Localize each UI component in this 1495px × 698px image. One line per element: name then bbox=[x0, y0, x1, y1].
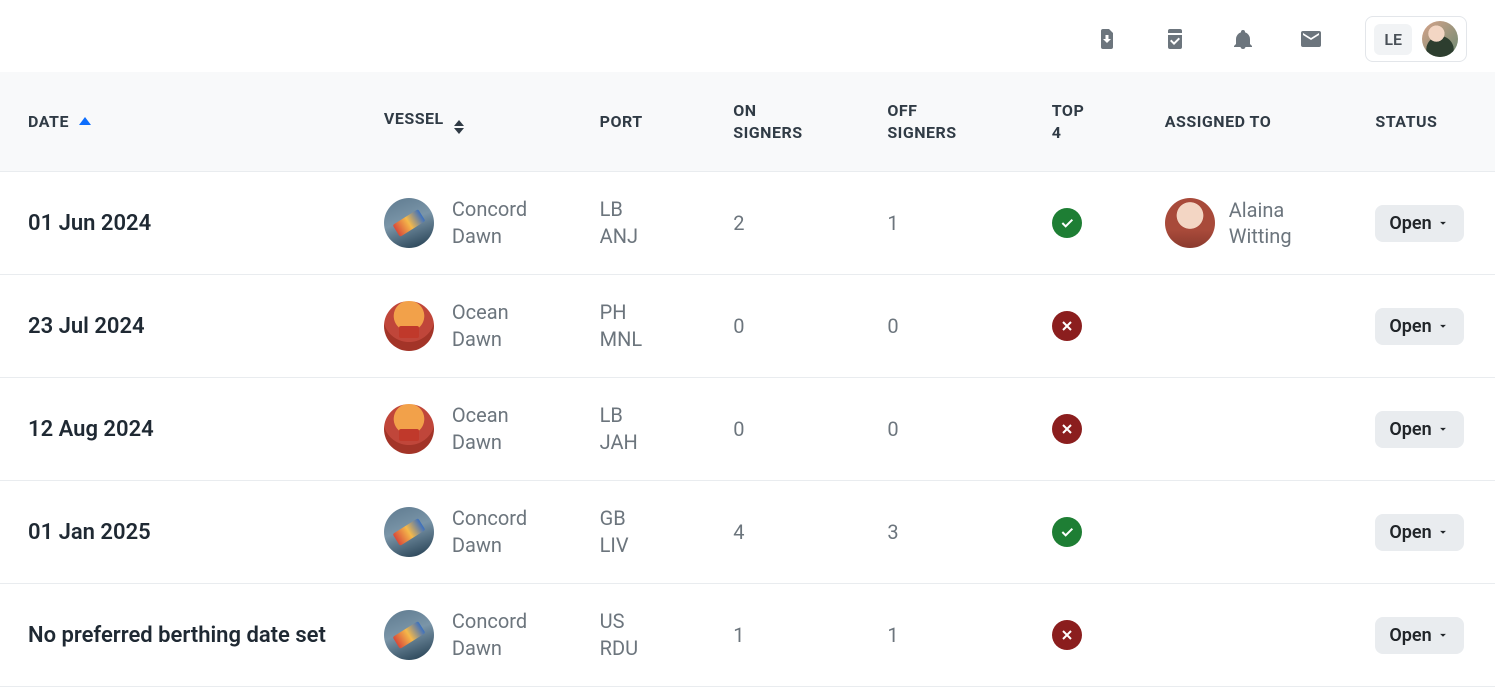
chevron-down-icon bbox=[1436, 422, 1450, 436]
status-label: Open bbox=[1389, 316, 1431, 337]
col-header-port[interactable]: PORT bbox=[586, 72, 720, 172]
status-dropdown[interactable]: Open bbox=[1375, 308, 1463, 345]
chevron-down-icon bbox=[1436, 216, 1450, 230]
port-cell: LBANJ bbox=[600, 196, 706, 250]
off-signers-cell: 3 bbox=[873, 481, 1037, 584]
assignee-avatar bbox=[1165, 198, 1215, 248]
status-label: Open bbox=[1389, 625, 1431, 646]
vessel-name: ConcordDawn bbox=[452, 505, 527, 559]
col-header-date[interactable]: DATE bbox=[0, 72, 370, 172]
status-label: Open bbox=[1389, 419, 1431, 440]
port-cell: PHMNL bbox=[600, 299, 706, 353]
chevron-down-icon bbox=[1436, 525, 1450, 539]
status-label: Open bbox=[1389, 522, 1431, 543]
bell-icon[interactable] bbox=[1229, 25, 1257, 53]
off-signers-cell: 1 bbox=[873, 584, 1037, 687]
date-cell: 23 Jul 2024 bbox=[28, 314, 145, 339]
vessel-avatar bbox=[384, 301, 434, 351]
date-cell: 01 Jan 2025 bbox=[28, 520, 151, 545]
check-circle-icon bbox=[1052, 517, 1082, 547]
table-row[interactable]: 01 Jan 2025 ConcordDawn GBLIV43 Open bbox=[0, 481, 1495, 584]
on-signers-cell: 0 bbox=[719, 378, 873, 481]
col-header-date-label: DATE bbox=[28, 112, 69, 131]
status-dropdown[interactable]: Open bbox=[1375, 514, 1463, 551]
vessel-name: ConcordDawn bbox=[452, 608, 527, 662]
date-cell: No preferred berthing date set bbox=[28, 623, 326, 648]
status-label: Open bbox=[1389, 213, 1431, 234]
col-header-top4-l1: TOP bbox=[1052, 101, 1085, 120]
vessel-cell: OceanDawn bbox=[384, 299, 572, 353]
col-header-off-l1: OFF bbox=[887, 101, 917, 120]
chevron-down-icon bbox=[1436, 628, 1450, 642]
port-cell: LBJAH bbox=[600, 402, 706, 456]
col-header-off-l2: SIGNERS bbox=[887, 123, 956, 142]
off-signers-cell: 0 bbox=[873, 378, 1037, 481]
col-header-on-l1: ON bbox=[733, 101, 756, 120]
vessel-name: OceanDawn bbox=[452, 402, 509, 456]
col-header-status-label: STATUS bbox=[1375, 112, 1437, 131]
vessel-avatar bbox=[384, 404, 434, 454]
col-header-on-signers[interactable]: ON SIGNERS bbox=[719, 72, 873, 172]
on-signers-cell: 4 bbox=[719, 481, 873, 584]
table-row[interactable]: 01 Jun 2024 ConcordDawn LBANJ21 AlainaWitti… bbox=[0, 172, 1495, 275]
assignee-cell: AlainaWitting bbox=[1165, 197, 1348, 249]
status-dropdown[interactable]: Open bbox=[1375, 617, 1463, 654]
sort-asc-icon bbox=[79, 117, 91, 125]
vessel-avatar bbox=[384, 507, 434, 557]
off-signers-cell: 0 bbox=[873, 275, 1037, 378]
on-signers-cell: 2 bbox=[719, 172, 873, 275]
vessel-cell: ConcordDawn bbox=[384, 505, 572, 559]
col-header-off-signers[interactable]: OFF SIGNERS bbox=[873, 72, 1037, 172]
assignee-name: AlainaWitting bbox=[1229, 197, 1292, 249]
col-header-status[interactable]: STATUS bbox=[1361, 72, 1495, 172]
table-row[interactable]: 12 Aug 2024OceanDawnLBJAH00Open bbox=[0, 378, 1495, 481]
date-cell: 12 Aug 2024 bbox=[28, 417, 154, 442]
topbar: LE bbox=[0, 0, 1495, 72]
date-cell: 01 Jun 2024 bbox=[28, 211, 151, 236]
col-header-vessel[interactable]: VESSEL bbox=[370, 72, 586, 172]
col-header-top4[interactable]: TOP 4 bbox=[1038, 72, 1151, 172]
off-signers-cell: 1 bbox=[873, 172, 1037, 275]
x-circle-icon bbox=[1052, 311, 1082, 341]
check-circle-icon bbox=[1052, 208, 1082, 238]
vessel-name: ConcordDawn bbox=[452, 196, 527, 250]
on-signers-cell: 0 bbox=[719, 275, 873, 378]
col-header-port-label: PORT bbox=[600, 112, 643, 131]
vessel-avatar bbox=[384, 610, 434, 660]
status-dropdown[interactable]: Open bbox=[1375, 411, 1463, 448]
table-row[interactable]: 23 Jul 2024OceanDawnPHMNL00Open bbox=[0, 275, 1495, 378]
chevron-down-icon bbox=[1436, 319, 1450, 333]
mail-icon[interactable] bbox=[1297, 25, 1325, 53]
x-circle-icon bbox=[1052, 414, 1082, 444]
sort-both-icon bbox=[454, 120, 464, 134]
user-menu[interactable]: LE bbox=[1365, 16, 1467, 62]
vessel-avatar bbox=[384, 198, 434, 248]
port-cell: GBLIV bbox=[600, 505, 706, 559]
on-signers-cell: 1 bbox=[719, 584, 873, 687]
status-dropdown[interactable]: Open bbox=[1375, 205, 1463, 242]
vessel-cell: ConcordDawn bbox=[384, 196, 572, 250]
download-icon[interactable] bbox=[1093, 25, 1121, 53]
table-row[interactable]: No preferred berthing date set ConcordDaw… bbox=[0, 584, 1495, 687]
checklist-icon[interactable] bbox=[1161, 25, 1189, 53]
x-circle-icon bbox=[1052, 620, 1082, 650]
crew-change-table: DATE VESSEL PORT ON SIGNERS OFF SIGNERS bbox=[0, 72, 1495, 687]
col-header-on-l2: SIGNERS bbox=[733, 123, 802, 142]
vessel-cell: ConcordDawn bbox=[384, 608, 572, 662]
col-header-vessel-label: VESSEL bbox=[384, 109, 444, 128]
col-header-assigned-label: ASSIGNED TO bbox=[1165, 112, 1272, 131]
user-initials: LE bbox=[1374, 24, 1412, 55]
table-header-row: DATE VESSEL PORT ON SIGNERS OFF SIGNERS bbox=[0, 72, 1495, 172]
col-header-assigned[interactable]: ASSIGNED TO bbox=[1151, 72, 1362, 172]
port-cell: USRDU bbox=[600, 608, 706, 662]
vessel-cell: OceanDawn bbox=[384, 402, 572, 456]
col-header-top4-l2: 4 bbox=[1052, 123, 1062, 142]
user-avatar bbox=[1422, 21, 1458, 57]
vessel-name: OceanDawn bbox=[452, 299, 509, 353]
